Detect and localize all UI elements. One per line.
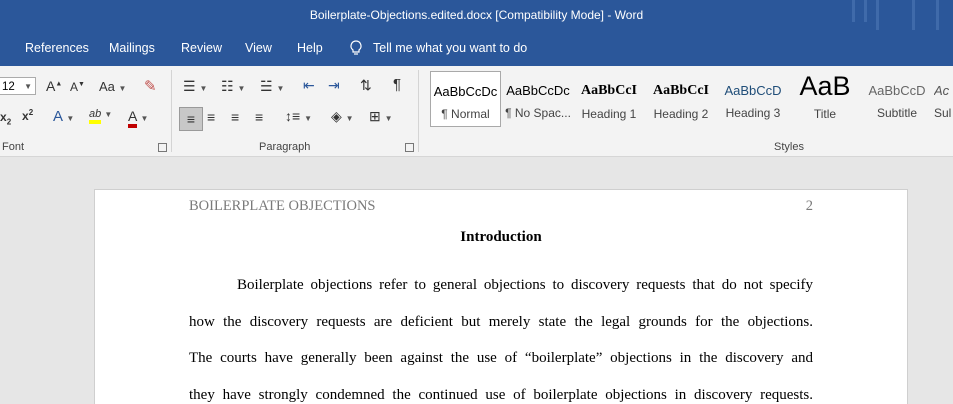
chevron-down-icon: ▼ [24,82,32,91]
styles-group-label: Styles [774,141,804,153]
align-right-icon[interactable]: ≡ [231,109,239,125]
style-title[interactable]: AaB Title [790,71,860,127]
style-preview: AaBbCcD [868,83,926,98]
paragraph-group-label: Paragraph [259,141,311,153]
style-preview: AaBbCcD [724,83,782,98]
text-effects-icon: A [53,108,63,125]
tell-me-box[interactable]: Tell me what you want to do [349,40,527,56]
shrink-font-button[interactable]: A▼ [70,80,85,94]
page-number: 2 [805,198,813,214]
show-formatting-icon[interactable]: ¶ [393,76,401,93]
subscript-icon: x [0,110,7,124]
line-spacing-icon[interactable]: ↕≡ ▼ [285,108,312,124]
paragraph-dialog-launcher-icon[interactable] [405,143,414,152]
style-name: Title [813,107,837,121]
style-subtitle[interactable]: AaBbCcD Subtitle [862,71,932,127]
tab-review[interactable]: Review [181,41,222,55]
style-normal[interactable]: AaBbCcDc ¶ Normal [430,71,501,127]
document-page[interactable]: BOILERPLATE OBJECTIONS 2 Introduction Bo… [94,189,908,404]
tab-mailings[interactable]: Mailings [109,41,155,55]
paragraph-line: The courts have generally been against t… [189,350,813,366]
increase-indent-icon[interactable]: ⇥ [328,77,340,94]
font-size-box[interactable]: 12 ▼ [0,77,36,95]
borders-icon[interactable]: ⊞ ▼ [369,108,393,125]
running-header: BOILERPLATE OBJECTIONS [189,198,376,214]
title-decoration [852,0,855,22]
tab-references[interactable]: References [25,41,89,55]
font-group-label: Font [2,141,25,153]
style-no-spacing[interactable]: AaBbCcDc ¶ No Spac... [503,71,573,127]
align-center-icon[interactable]: ≡ [207,109,215,125]
group-separator [418,70,419,152]
clear-formatting-icon[interactable]: ✎ [144,77,157,95]
lightbulb-icon [350,40,362,55]
style-name: Heading 2 [653,107,709,121]
decrease-indent-icon[interactable]: ⇤ [303,77,315,94]
title-decoration [936,0,939,30]
tab-help[interactable]: Help [297,41,323,55]
grow-font-icon: A [46,78,56,94]
font-color-button[interactable]: A ▼ [128,108,148,128]
tell-me-label: Tell me what you want to do [373,41,528,55]
highlight-icon: ab [89,108,102,124]
style-heading-2[interactable]: AaBbCcI Heading 2 [648,71,714,127]
sort-icon[interactable]: ⇅ [360,77,372,94]
window-title: Boilerplate-Objections.edited.docx [Comp… [309,8,644,22]
multilevel-list-icon[interactable]: ☱ ▼ [260,78,284,95]
paragraph-line: how the discovery requests are deficient… [189,314,813,330]
document-heading: Introduction [460,229,542,245]
style-heading-1[interactable]: AaBbCcI Heading 1 [575,71,643,127]
style-heading-3[interactable]: AaBbCcD Heading 3 [718,71,788,127]
title-decoration [912,0,915,30]
style-name: Heading 1 [581,107,637,121]
bullets-icon[interactable]: ☰ ▼ [183,78,207,95]
align-left-icon[interactable]: ≡ [179,107,203,131]
style-subtle[interactable]: Ac Sul [934,71,953,127]
subscript-button[interactable]: x2 [0,110,11,126]
style-name: ¶ No Spac... [505,106,571,120]
text-effects-button[interactable]: A ▼ [53,108,74,125]
change-case-icon: Aa [99,79,115,94]
style-name: Heading 3 [725,106,781,120]
grow-font-button[interactable]: A▲ [46,78,62,94]
style-name: Subtitle [876,106,918,120]
tab-view[interactable]: View [245,41,272,55]
title-decoration [864,0,867,22]
change-case-button[interactable]: Aa ▼ [99,79,126,94]
numbering-icon[interactable]: ☷ ▼ [221,78,245,95]
paragraph-line: they have strongly condemned the continu… [189,387,813,403]
ribbon-tab-bar: References Mailings Review View Help Tel… [0,32,953,66]
ribbon: 12 ▼ A▲ A▼ Aa ▼ ✎ x2 x2 A ▼ ab ▼ A ▼ Fon… [0,66,953,157]
group-separator [171,70,172,152]
style-preview: AaBbCcDc [506,83,570,98]
style-preview: Ac [934,83,950,98]
title-decoration [876,0,879,30]
superscript-icon: x [22,109,29,123]
shrink-font-icon: A [70,80,79,94]
style-preview: AaBbCcI [652,83,709,98]
font-dialog-launcher-icon[interactable] [158,143,167,152]
style-name: ¶ Normal [441,107,490,121]
justify-icon[interactable]: ≡ [255,109,263,125]
superscript-button[interactable]: x2 [22,108,33,123]
style-preview: AaB [799,71,851,101]
font-color-icon: A [128,108,137,128]
highlight-color-button[interactable]: ab ▼ [89,108,112,124]
style-preview: AaBbCcDc [433,84,498,99]
font-size-value: 12 [2,81,15,93]
style-preview: AaBbCcI [580,83,637,98]
shading-icon[interactable]: ◈ ▼ [331,108,354,125]
title-bar: Boilerplate-Objections.edited.docx [Comp… [0,0,953,32]
style-name: Sul [934,106,952,120]
paragraph-line: Boilerplate objections refer to general … [237,277,813,293]
